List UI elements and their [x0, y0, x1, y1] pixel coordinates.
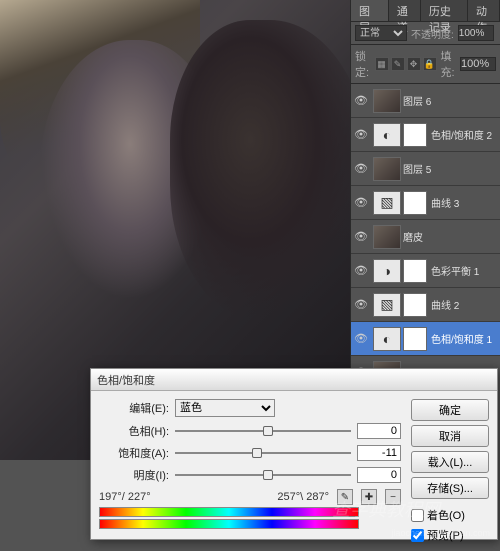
visibility-toggle-icon[interactable]: 👁 [353, 195, 369, 211]
opacity-label: 不透明度: [411, 26, 454, 41]
lightness-slider[interactable] [175, 468, 351, 482]
visibility-toggle-icon[interactable]: 👁 [353, 127, 369, 143]
edit-label: 编辑(E): [99, 400, 169, 416]
layer-mask-thumbnail[interactable] [403, 191, 427, 215]
lock-pixels-icon[interactable]: ✎ [391, 57, 405, 71]
layer-item[interactable]: 👁▧ 曲线 3 [351, 186, 500, 220]
hue-label: 色相(H): [99, 423, 169, 439]
blend-mode-select[interactable]: 正常 [355, 25, 407, 41]
layer-mask-thumbnail[interactable] [403, 259, 427, 283]
layer-item[interactable]: 👁 图层 5 [351, 152, 500, 186]
layer-name-label: 色相/饱和度 1 [431, 331, 498, 346]
hue-input[interactable] [357, 423, 401, 439]
layer-thumbnail[interactable] [373, 157, 401, 181]
load-button[interactable]: 载入(L)... [411, 451, 489, 473]
image-content [170, 20, 370, 320]
layer-name-label: 色相/饱和度 2 [431, 127, 498, 142]
range-left: 197°/ 227° [99, 491, 151, 503]
layer-item[interactable]: 👁◐ 色相/饱和度 1 [351, 322, 500, 356]
dialog-body: 编辑(E): 蓝色 色相(H): 饱和度(A): 明度(I): 197°/ 22… [91, 391, 497, 551]
edit-select[interactable]: 蓝色 [175, 399, 275, 417]
layer-name-label: 图层 6 [403, 93, 498, 108]
layer-mask-thumbnail[interactable] [403, 293, 427, 317]
layer-item[interactable]: 👁 磨皮 [351, 220, 500, 254]
layer-name-label: 磨皮 [403, 229, 498, 244]
visibility-toggle-icon[interactable]: 👁 [353, 161, 369, 177]
layer-thumbnail[interactable]: ◐ [373, 123, 401, 147]
layer-thumbnail[interactable]: ▧ [373, 293, 401, 317]
save-button[interactable]: 存储(S)... [411, 477, 489, 499]
blend-row: 正常 不透明度: [351, 22, 500, 45]
visibility-toggle-icon[interactable]: 👁 [353, 263, 369, 279]
fill-input[interactable] [460, 57, 496, 71]
layer-thumbnail[interactable] [373, 225, 401, 249]
lightness-label: 明度(I): [99, 467, 169, 483]
panel-tabs: 图层× 通道 历史记录 动作 [351, 0, 500, 22]
range-right: 257°\ 287° [277, 491, 329, 503]
eyedropper-icon[interactable]: ✎ [337, 489, 353, 505]
lock-all-icon[interactable]: 🔒 [423, 57, 437, 71]
tab-channels[interactable]: 通道 [389, 0, 421, 21]
ok-button[interactable]: 确定 [411, 399, 489, 421]
lock-row: 锁定: ▦ ✎ ✥ 🔒 填充: [351, 45, 500, 84]
layer-thumbnail[interactable] [373, 89, 401, 113]
lock-transparency-icon[interactable]: ▦ [375, 57, 389, 71]
color-strip-input[interactable] [99, 507, 359, 517]
cancel-button[interactable]: 取消 [411, 425, 489, 447]
visibility-toggle-icon[interactable]: 👁 [353, 93, 369, 109]
layer-list: 👁图层 6👁◐色相/饱和度 2👁图层 5👁▧曲线 3👁磨皮👁◑色彩平衡 1👁▧曲… [351, 84, 500, 384]
visibility-toggle-icon[interactable]: 👁 [353, 331, 369, 347]
eyedropper-subtract-icon[interactable]: − [385, 489, 401, 505]
eyedropper-add-icon[interactable]: ✚ [361, 489, 377, 505]
layer-name-label: 曲线 3 [431, 195, 498, 210]
layer-item[interactable]: 👁◑ 色彩平衡 1 [351, 254, 500, 288]
colorize-checkbox[interactable]: 着色(O) [411, 507, 489, 523]
layer-item[interactable]: 👁▧ 曲线 2 [351, 288, 500, 322]
lock-label: 锁定: [355, 48, 371, 80]
layer-name-label: 色彩平衡 1 [431, 263, 498, 278]
opacity-input[interactable] [458, 25, 494, 41]
layers-panel: 图层× 通道 历史记录 动作 正常 不透明度: 锁定: ▦ ✎ ✥ 🔒 填充: … [350, 0, 500, 380]
visibility-toggle-icon[interactable]: 👁 [353, 229, 369, 245]
hue-saturation-dialog: 色相/饱和度 编辑(E): 蓝色 色相(H): 饱和度(A): 明度(I): [90, 368, 498, 540]
layer-item[interactable]: 👁 图层 6 [351, 84, 500, 118]
layer-thumbnail[interactable]: ▧ [373, 191, 401, 215]
saturation-label: 饱和度(A): [99, 445, 169, 461]
lock-position-icon[interactable]: ✥ [407, 57, 421, 71]
layer-mask-thumbnail[interactable] [403, 123, 427, 147]
visibility-toggle-icon[interactable]: 👁 [353, 297, 369, 313]
tab-layers[interactable]: 图层× [351, 0, 389, 21]
saturation-slider[interactable] [175, 446, 351, 460]
preview-checkbox[interactable]: 预览(P) [411, 527, 489, 543]
fill-label: 填充: [441, 48, 457, 80]
layer-name-label: 图层 5 [403, 161, 498, 176]
lock-icons: ▦ ✎ ✥ 🔒 [375, 57, 437, 71]
hue-range-row: 197°/ 227° 257°\ 287° ✎ ✚ − [99, 489, 401, 505]
layer-name-label: 曲线 2 [431, 297, 498, 312]
tab-history[interactable]: 历史记录 [421, 0, 468, 21]
lightness-input[interactable] [357, 467, 401, 483]
hue-slider[interactable] [175, 424, 351, 438]
layer-mask-thumbnail[interactable] [403, 327, 427, 351]
tab-actions[interactable]: 动作 [468, 0, 500, 21]
layer-thumbnail[interactable]: ◑ [373, 259, 401, 283]
color-strip-output [99, 519, 359, 529]
layer-item[interactable]: 👁◐ 色相/饱和度 2 [351, 118, 500, 152]
saturation-input[interactable] [357, 445, 401, 461]
dialog-titlebar[interactable]: 色相/饱和度 [91, 369, 497, 391]
layer-thumbnail[interactable]: ◐ [373, 327, 401, 351]
